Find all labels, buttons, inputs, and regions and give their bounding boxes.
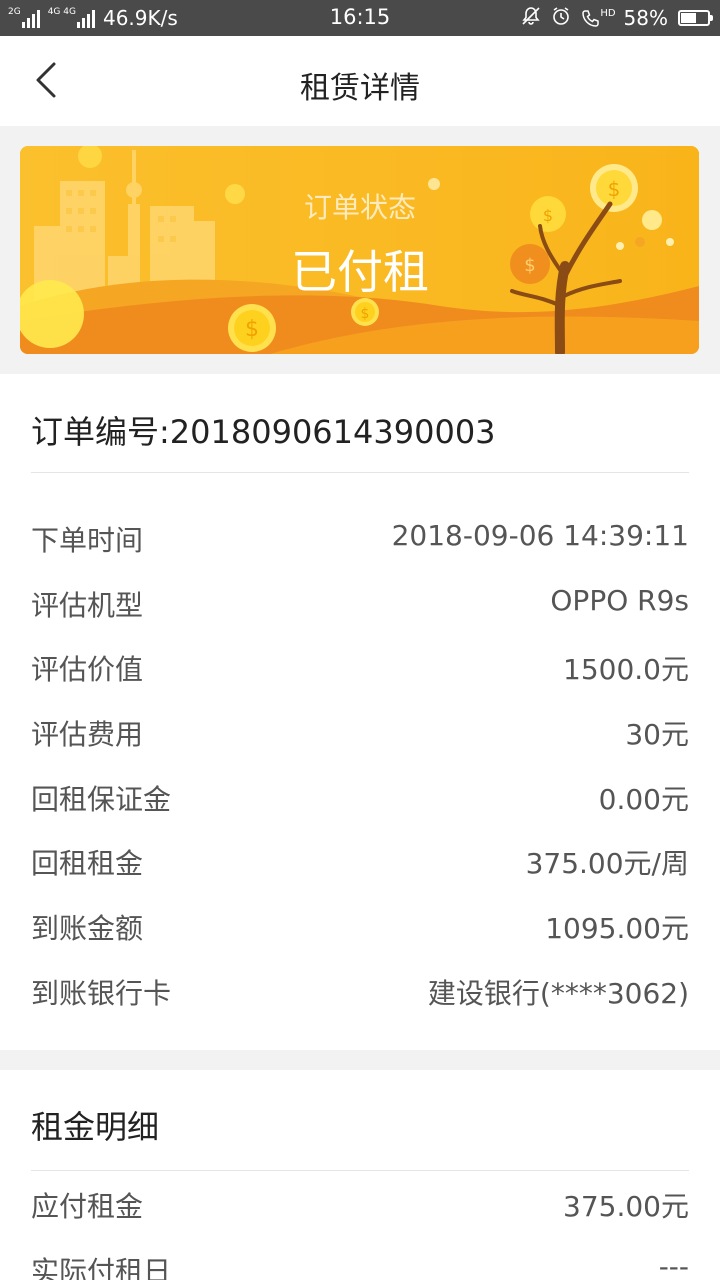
alarm-icon	[551, 6, 571, 31]
detail-row: 评估费用 30元	[31, 713, 689, 753]
detail-row: 下单时间 2018-09-06 14:39:11	[31, 519, 689, 559]
nav-bar: 租赁详情	[0, 36, 720, 126]
bell-muted-icon	[521, 6, 541, 31]
battery-percent: 58%	[623, 6, 668, 30]
detail-key: 到账银行卡	[31, 977, 172, 1010]
detail-value: OPPO R9s	[550, 584, 689, 617]
detail-key: 下单时间	[31, 524, 144, 557]
detail-value: 1500.0元	[563, 653, 689, 686]
detail-row: 回租保证金 0.00元	[31, 778, 689, 818]
detail-row: 到账银行卡 建设银行(****3062)	[31, 972, 689, 1012]
rent-key: 应付租金	[31, 1190, 144, 1223]
detail-value: 0.00元	[598, 783, 689, 816]
divider	[31, 472, 689, 473]
rent-detail-card: 租金明细 应付租金 375.00元 实际付租日 ---	[0, 1070, 720, 1280]
hd-label: HD	[600, 8, 616, 19]
status-right: HD 58%	[511, 5, 713, 31]
detail-value: 2018-09-06 14:39:11	[391, 519, 689, 552]
section-title: 租金明细	[31, 1108, 160, 1146]
hd-call-icon: HD	[581, 8, 616, 28]
detail-value: 1095.00元	[545, 912, 689, 945]
detail-key: 回租租金	[31, 847, 144, 880]
battery-icon	[678, 10, 713, 26]
detail-key: 评估价值	[31, 653, 144, 686]
detail-row: 评估价值 1500.0元	[31, 648, 689, 688]
divider	[31, 1170, 689, 1171]
detail-row: 评估机型 OPPO R9s	[31, 584, 689, 624]
detail-value: 375.00元/周	[525, 847, 689, 880]
order-status-banner: $ $ $ $ $ 订单状态 已付租	[20, 146, 699, 354]
svg-text:$: $	[245, 317, 259, 342]
detail-value: 30元	[625, 718, 689, 751]
rent-key: 实际付租日	[31, 1255, 172, 1280]
detail-key: 回租保证金	[31, 783, 172, 816]
detail-key: 到账金额	[31, 912, 144, 945]
detail-value: 建设银行(****3062)	[427, 977, 689, 1010]
detail-key: 评估机型	[31, 589, 144, 622]
rent-row: 实际付租日 ---	[31, 1250, 689, 1280]
order-number: 订单编号:2018090614390003	[31, 413, 496, 451]
detail-row: 到账金额 1095.00元	[31, 907, 689, 947]
rent-value: 375.00元	[563, 1190, 689, 1223]
page-title: 租赁详情	[300, 71, 420, 106]
banner-section: $ $ $ $ $ 订单状态 已付租	[0, 126, 720, 374]
detail-row: 回租租金 375.00元/周	[31, 842, 689, 882]
status-bar: 2G 4G 4G 46.9K/s 16:15 HD 58%	[0, 0, 720, 36]
svg-text:$: $	[361, 306, 370, 322]
detail-key: 评估费用	[31, 718, 144, 751]
rent-row: 应付租金 375.00元	[31, 1185, 689, 1225]
order-details-card: 订单编号:2018090614390003 下单时间 2018-09-06 14…	[0, 374, 720, 1050]
order-status-value: 已付租	[291, 245, 429, 299]
rent-value: ---	[658, 1250, 689, 1280]
order-status-label: 订单状态	[303, 191, 416, 224]
